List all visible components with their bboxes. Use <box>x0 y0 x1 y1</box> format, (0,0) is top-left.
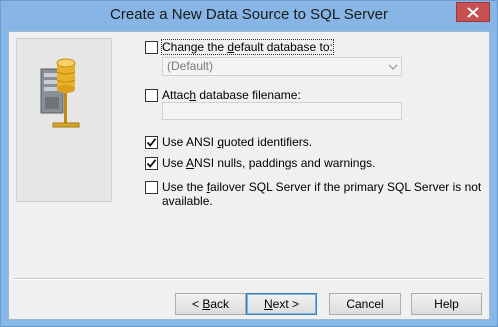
ansi-quoted-label: Use ANSI quoted identifiers. <box>162 135 313 149</box>
failover-checkbox[interactable] <box>145 181 158 194</box>
cancel-button[interactable]: Cancel <box>329 293 401 315</box>
window-title: Create a New Data Source to SQL Server <box>110 6 388 23</box>
attach-db-filename-input[interactable] <box>162 102 402 120</box>
checkmark-icon <box>146 138 157 147</box>
ansi-quoted-checkbox[interactable] <box>145 136 158 149</box>
attach-db-checkbox[interactable] <box>145 89 158 102</box>
close-icon <box>467 6 479 18</box>
back-button[interactable]: < Back <box>175 293 246 315</box>
attach-db-option[interactable]: Attach database filename: <box>145 88 301 102</box>
database-server-icon <box>40 58 80 128</box>
ansi-nulls-option[interactable]: Use ANSI nulls, paddings and warnings. <box>145 156 375 170</box>
default-database-select[interactable]: (Default) <box>162 57 402 76</box>
ansi-nulls-checkbox[interactable] <box>145 157 158 170</box>
dialog-window: Create a New Data Source to SQL Server C… <box>0 0 498 327</box>
change-default-db-label: Change the default database to: <box>161 39 334 55</box>
next-button[interactable]: Next > <box>246 293 317 315</box>
close-button[interactable] <box>456 2 490 22</box>
wizard-art-panel <box>16 38 112 202</box>
ansi-quoted-option[interactable]: Use ANSI quoted identifiers. <box>145 135 312 149</box>
chevron-down-icon <box>385 58 401 75</box>
failover-option[interactable]: Use the failover SQL Server if the prima… <box>145 180 481 208</box>
attach-db-label: Attach database filename: <box>162 88 301 102</box>
change-default-db-checkbox[interactable] <box>145 41 158 54</box>
default-database-value: (Default) <box>167 59 214 73</box>
checkmark-icon <box>146 159 157 168</box>
change-default-db-option[interactable]: Change the default database to: <box>145 39 334 55</box>
separator <box>14 278 484 280</box>
help-button[interactable]: Help <box>411 293 482 315</box>
failover-label: Use the failover SQL Server if the prima… <box>162 180 482 208</box>
ansi-nulls-label: Use ANSI nulls, paddings and warnings. <box>162 156 376 170</box>
title-bar[interactable]: Create a New Data Source to SQL Server <box>1 1 497 31</box>
dialog-client: Change the default database to: (Default… <box>8 31 490 320</box>
